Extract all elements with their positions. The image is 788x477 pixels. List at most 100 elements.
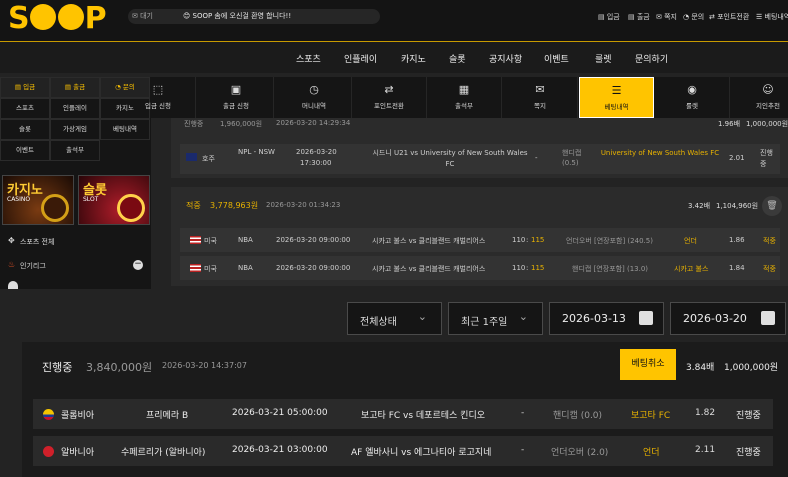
withdraw-icon: ▣ — [230, 83, 242, 96]
date-from-input[interactable]: 2026-03-13 — [549, 302, 664, 335]
calendar-icon[interactable] — [639, 311, 653, 325]
card2-row2-score-b: 115 — [531, 264, 545, 272]
quick-attendance[interactable]: 출석부 — [50, 140, 100, 161]
iconbar-roulette-label: 룰렛 — [686, 102, 698, 110]
notice-mail[interactable]: ✉ 대기 — [132, 9, 153, 24]
user-menu-message[interactable]: ✉ 쪽지 — [656, 12, 677, 22]
nav-sports[interactable]: 스포츠 — [296, 52, 321, 65]
page: SP ✉ 대기 😊 SOOP 솜에 오신걸 환영 합니다!! ▤ 입금 ▤ 출금… — [0, 0, 788, 477]
iconbar-message[interactable]: ✉ 쪽지 — [503, 77, 578, 118]
roulette-icon: ◉ — [687, 83, 697, 96]
card2-row1-country: 미국 — [204, 237, 217, 245]
quick-virtual[interactable]: 가상게임 — [50, 119, 100, 140]
nav-casino[interactable]: 카지노 — [401, 52, 426, 65]
flag-usa-icon — [190, 236, 201, 244]
card2-payout: 1,104,960원 — [716, 202, 759, 210]
card1-row: 호주 NPL - NSW 2026-03-20 17:30:00 시드니 U21… — [180, 144, 780, 174]
icon-bar: ⬚ 입금 신청 ▣ 출금 신청 ◷ 머니내역 ⇄ 포인트전환 ▦ 출석부 ✉ 쪽지 ☰ 베팅내… — [145, 77, 788, 118]
card1-status: 진행중 — [184, 120, 204, 128]
iconbar-deposit[interactable]: ⬚ 입금 신청 — [121, 77, 196, 118]
mail-icon: ✉ — [535, 83, 545, 96]
quick-inplay[interactable]: 인플레이 — [50, 98, 100, 119]
main-bet-amount: 3,840,000원 — [86, 361, 153, 374]
card2-row2-pick: 시카고 불스 — [674, 265, 709, 273]
iconbar-point[interactable]: ⇄ 포인트전환 — [352, 77, 427, 118]
iconbar-referral[interactable]: ☺ 지인추천 — [731, 77, 788, 118]
card2-row1-bet-type: 언더오버 [연장포함] (240.5) — [566, 237, 653, 245]
nav-notice[interactable]: 공지사항 — [489, 52, 522, 65]
card2-row2-country: 미국 — [204, 265, 217, 273]
card1-odds: 1.96배 — [718, 120, 741, 128]
card1-bet-type: 핸디캡 — [562, 149, 582, 157]
iconbar-roulette[interactable]: ◉ 룰렛 — [655, 77, 730, 118]
user-menu-inquiry[interactable]: ◔ 문의 — [683, 12, 704, 22]
flag-australia-icon — [186, 153, 197, 161]
main-nav: 스포츠 인플레이 카지노 슬롯 공지사항 이벤트 룰렛 문의하기 — [0, 41, 788, 73]
nav-inplay[interactable]: 인플레이 — [344, 52, 377, 65]
menu-sports-all[interactable]: ✥ 스포츠 전체 — [0, 230, 151, 252]
row1-datetime: 2026-03-21 05:00:00 — [232, 408, 328, 418]
cancel-bet-button[interactable]: 베팅취소 — [620, 349, 676, 380]
date-from-value: 2026-03-13 — [562, 312, 626, 325]
user-menu-deposit[interactable]: ▤ 입금 — [598, 12, 620, 22]
row2-score: - — [521, 445, 525, 455]
card1-time: 2026-03-20 14:29:34 — [276, 119, 351, 127]
trash-icon[interactable]: 🗑 — [762, 196, 782, 216]
card2-amount: 3,778,963원 — [210, 201, 259, 210]
history-card-2-header: 적중 3,778,963원 2026-03-20 01:34:23 3.42배 … — [186, 200, 759, 212]
history-card-1-header: 진행중 1,960,000원 2026-03-20 14:29:34 1.96배… — [184, 118, 788, 128]
iconbar-deposit-label: 입금 신청 — [145, 102, 171, 110]
nav-slot[interactable]: 슬롯 — [449, 52, 466, 65]
row2-datetime: 2026-03-21 03:00:00 — [232, 445, 328, 455]
slot-banner[interactable]: 슬롯 SLOT — [78, 175, 150, 225]
row2-country: 알바니아 — [61, 448, 95, 458]
date-to-input[interactable]: 2026-03-20 — [670, 302, 786, 335]
nav-inquiry[interactable]: 문의하기 — [635, 52, 668, 65]
iconbar-attendance[interactable]: ▦ 출석부 — [427, 77, 502, 118]
card2-row2-league: NBA — [238, 264, 253, 272]
card1-payout: 1,000,000원 — [746, 120, 788, 128]
logo[interactable]: SP — [8, 1, 107, 36]
iconbar-bet-history[interactable]: ☰ 베팅내역 — [579, 77, 654, 118]
card2-row2-match: 시카고 불스 vs 클리블랜드 캐벌리어스 — [372, 265, 486, 273]
wallet-icon: ▤ — [14, 83, 24, 91]
user-menu-withdraw[interactable]: ▤ 출금 — [628, 12, 650, 22]
status-select[interactable]: 전체상태 ⌄ — [347, 302, 442, 335]
period-select-value: 최근 1주일 — [461, 317, 508, 328]
menu-popular-league[interactable]: ♨ 인기리그 − — [0, 254, 151, 276]
user-menu-point[interactable]: ⇄ 포인트전환 — [709, 12, 749, 22]
quick-withdraw[interactable]: ▤ 출금 — [50, 77, 100, 98]
main-bet-odds: 3.84배 — [686, 363, 715, 373]
card1-rate: 2.01 — [729, 154, 745, 162]
quick-event[interactable]: 이벤트 — [0, 140, 50, 161]
top-bar: SP ✉ 대기 😊 SOOP 솜에 오신걸 환영 합니다!! ▤ 입금 ▤ 출금… — [0, 0, 788, 41]
period-select[interactable]: 최근 1주일 ⌄ — [448, 302, 543, 335]
deposit-icon: ⬚ — [152, 83, 164, 96]
nav-roulette[interactable]: 룰렛 — [595, 52, 612, 65]
main-bet-row-1: 콜롬비아 프리메라 B 2026-03-21 05:00:00 보고타 FC v… — [33, 399, 773, 429]
row1-status: 진행중 — [736, 411, 761, 421]
card1-score: - — [535, 154, 538, 162]
calendar-icon[interactable] — [761, 311, 775, 325]
iconbar-money[interactable]: ◷ 머니내역 — [277, 77, 352, 118]
nav-event[interactable]: 이벤트 — [544, 52, 569, 65]
card1-bet-type2: (0.5) — [562, 159, 579, 167]
card1-time-row: 17:30:00 — [300, 159, 332, 167]
quick-deposit[interactable]: ▤ 입금 — [0, 77, 50, 98]
iconbar-withdraw[interactable]: ▣ 출금 신청 — [199, 77, 274, 118]
quick-bet-history[interactable]: 베팅내역 — [100, 119, 150, 140]
card2-row1-score-a: 110 — [512, 236, 526, 244]
quick-slot[interactable]: 슬롯 — [0, 119, 50, 140]
casino-banner[interactable]: 카지노 CASINO — [2, 175, 74, 225]
row1-match: 보고타 FC vs 데포르테스 킨디오 — [361, 411, 486, 421]
flag-albania-icon — [43, 446, 54, 457]
card2-row1-datetime: 2026-03-20 09:00:00 — [276, 236, 351, 244]
roulette-wheel-icon — [41, 194, 69, 222]
collapse-icon[interactable]: − — [133, 260, 143, 270]
card1-amount: 1,960,000원 — [220, 120, 263, 128]
card2-row1-rate: 1.86 — [729, 236, 745, 244]
user-menu-bet-history[interactable]: ☰ 베팅내역 — [756, 12, 788, 22]
quick-sports[interactable]: 스포츠 — [0, 98, 50, 119]
list-icon: ☰ — [611, 84, 622, 97]
date-to-value: 2026-03-20 — [683, 312, 747, 325]
